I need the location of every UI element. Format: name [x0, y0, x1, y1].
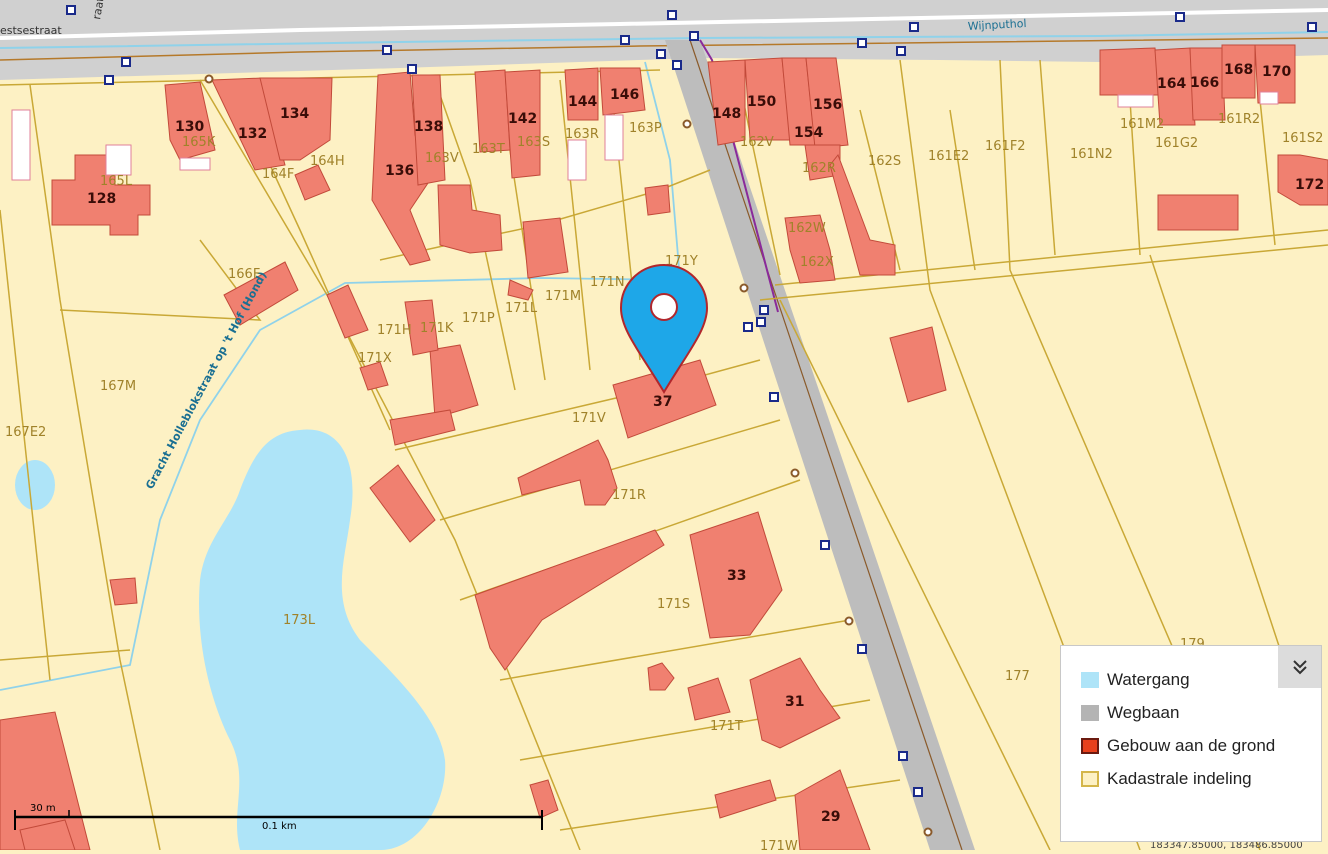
- parcel-label: 161S2: [1282, 131, 1323, 146]
- parcel-label: 166F: [228, 267, 260, 282]
- house-number: 130: [175, 119, 204, 135]
- house-number: 148: [712, 106, 741, 122]
- parcel-label: 171X: [358, 351, 392, 366]
- street-label-top-left: estsestraat: [0, 24, 62, 37]
- legend-panel: Watergang Wegbaan Gebouw aan de grond Ka…: [1060, 645, 1322, 842]
- house-number: 144: [568, 94, 597, 110]
- parcel-label: 171V: [572, 411, 606, 426]
- parcel-label: 162X: [800, 255, 834, 270]
- legend-item-wegbaan: Wegbaan: [1081, 701, 1179, 725]
- parcel-label: 161N2: [1070, 147, 1113, 162]
- parcel-label: 171N: [590, 275, 625, 290]
- parcel-label: 161G2: [1155, 136, 1198, 151]
- legend-swatch: [1081, 771, 1099, 787]
- house-number: 142: [508, 111, 537, 127]
- parcel-label: 164F: [262, 167, 294, 182]
- house-number: 154: [794, 125, 823, 141]
- house-number: 156: [813, 97, 842, 113]
- parcel-label: 171M: [545, 289, 581, 304]
- house-number: 29: [821, 809, 840, 825]
- parcel-label: 171L: [505, 301, 538, 316]
- legend-swatch: [1081, 705, 1099, 721]
- house-number: 31: [785, 694, 804, 710]
- house-number: 172: [1295, 177, 1324, 193]
- parcel-label: 162R: [802, 161, 836, 176]
- legend-item-gebouw: Gebouw aan de grond: [1081, 734, 1275, 758]
- house-number: 33: [727, 568, 746, 584]
- legend-collapse-button[interactable]: [1278, 646, 1321, 688]
- house-number: 150: [747, 94, 776, 110]
- parcel-label: 161M2: [1120, 117, 1164, 132]
- house-number: 37: [653, 394, 672, 410]
- legend-item-watergang: Watergang: [1081, 668, 1190, 692]
- parcel-label: 171S: [657, 597, 690, 612]
- parcel-label: 165K: [182, 135, 216, 150]
- parcel-label: 161F2: [985, 139, 1026, 154]
- house-number: 128: [87, 191, 116, 207]
- small-pond: [15, 460, 55, 510]
- house-number: 168: [1224, 62, 1253, 78]
- parcel-label: 163T: [472, 142, 505, 157]
- map-pin-hole: [650, 293, 678, 321]
- parcel-label: 163P: [629, 121, 662, 136]
- legend-label: Gebouw aan de grond: [1107, 736, 1276, 755]
- parcel-label: 161E2: [928, 149, 969, 164]
- parcel-label: 163S: [517, 135, 550, 150]
- parcel-label: 161R2: [1218, 112, 1260, 127]
- parcel-label: 173L: [283, 613, 316, 628]
- parcel-label: 165L: [100, 174, 133, 189]
- legend-label: Kadastrale indeling: [1107, 769, 1252, 788]
- parcel-label: 167E2: [5, 425, 46, 440]
- legend-swatch: [1081, 672, 1099, 688]
- house-number: 132: [238, 126, 267, 142]
- house-number: 164: [1157, 76, 1186, 92]
- scale-label-bottom: 0.1 km: [262, 821, 297, 832]
- house-number: 170: [1262, 64, 1291, 80]
- parcel-label: 162V: [740, 135, 774, 150]
- parcel-label: 171P: [462, 311, 495, 326]
- parcel-label: 171R: [612, 488, 646, 503]
- double-chevron-down-icon: [1292, 660, 1307, 675]
- scale-label-top: 30 m: [30, 803, 56, 814]
- house-number: 166: [1190, 75, 1219, 91]
- parcel-label: 163V: [425, 151, 459, 166]
- parcel-label: 162S: [868, 154, 901, 169]
- parcel-label: 177: [1005, 669, 1030, 684]
- house-number: 136: [385, 163, 414, 179]
- legend-label: Watergang: [1107, 670, 1190, 689]
- house-number: 146: [610, 87, 639, 103]
- legend-item-kadastrale: Kadastrale indeling: [1081, 767, 1252, 791]
- house-number: 138: [414, 119, 443, 135]
- house-number: 134: [280, 106, 309, 122]
- parcel-label: 171T: [710, 719, 743, 734]
- legend-swatch: [1081, 738, 1099, 754]
- parcel-label: 167M: [100, 379, 136, 394]
- parcel-label: 164H: [310, 154, 345, 169]
- legend-label: Wegbaan: [1107, 703, 1180, 722]
- parcel-label: 171W: [760, 839, 798, 850]
- parcel-label: 171H: [377, 323, 412, 338]
- parcel-label: 162W: [788, 221, 826, 236]
- parcel-label: 171K: [420, 321, 454, 336]
- parcel-label: 163R: [565, 127, 599, 142]
